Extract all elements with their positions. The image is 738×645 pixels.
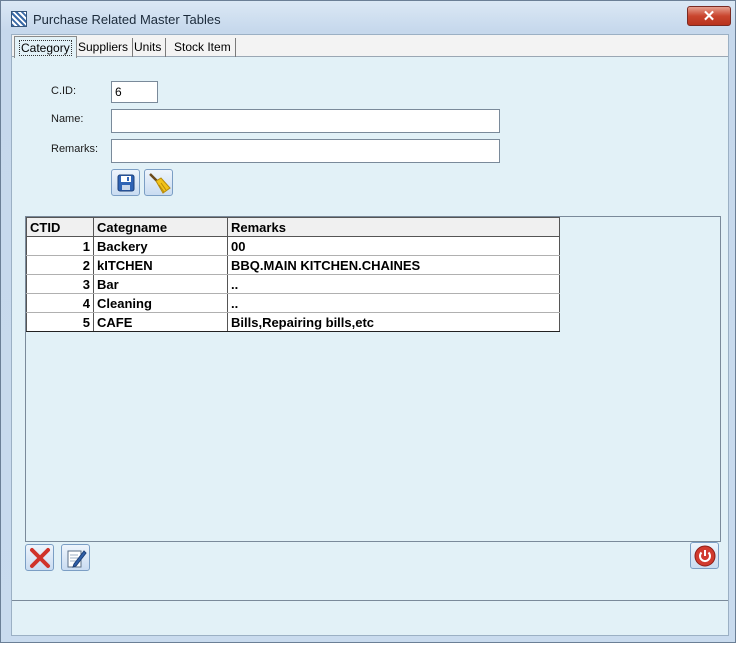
app-window: Purchase Related Master Tables ✕ Categor… (0, 0, 736, 643)
client-area: Category Suppliers Units Stock Item C.ID… (11, 34, 729, 636)
app-icon (11, 11, 27, 27)
table-row[interactable]: 3 Bar .. (26, 274, 560, 294)
remarks-field[interactable] (111, 139, 500, 163)
title-bar[interactable]: Purchase Related Master Tables ✕ (1, 1, 735, 35)
tab-suppliers[interactable]: Suppliers (74, 38, 134, 57)
col-header-categname[interactable]: Categname (93, 217, 228, 237)
floppy-disk-icon (117, 174, 134, 191)
red-x-delete-icon (29, 547, 50, 568)
cell-ctid[interactable]: 1 (26, 236, 94, 256)
name-label: Name: (51, 113, 84, 125)
broom-icon (148, 172, 171, 194)
cell-remarks[interactable]: .. (227, 274, 560, 294)
exit-button[interactable] (690, 542, 719, 569)
cell-remarks[interactable]: .. (227, 293, 560, 313)
name-field[interactable] (111, 109, 500, 133)
tab-category[interactable]: Category (14, 36, 77, 58)
window-title: Purchase Related Master Tables (33, 12, 221, 27)
table-row[interactable]: 1 Backery 00 (26, 236, 560, 256)
cell-ctid[interactable]: 2 (26, 255, 94, 275)
tab-category-label: Category (19, 40, 72, 56)
clear-button[interactable] (144, 169, 173, 196)
cell-categname[interactable]: CAFE (93, 312, 228, 332)
remarks-label: Remarks: (51, 143, 99, 155)
save-button[interactable] (111, 169, 140, 196)
cell-ctid[interactable]: 4 (26, 293, 94, 313)
pencil-edit-icon (67, 549, 87, 568)
table-row[interactable]: 4 Cleaning .. (26, 293, 560, 313)
table-row[interactable]: 2 kITCHEN BBQ.MAIN KITCHEN.CHAINES (26, 255, 560, 275)
cell-remarks[interactable]: BBQ.MAIN KITCHEN.CHAINES (227, 255, 560, 275)
tab-strip: Category Suppliers Units Stock Item (12, 35, 728, 58)
grid-header-row: CTID Categname Remarks (26, 217, 560, 237)
cell-categname[interactable]: Bar (93, 274, 228, 294)
status-bar (12, 600, 728, 635)
cell-ctid[interactable]: 3 (26, 274, 94, 294)
tab-units[interactable]: Units (130, 38, 167, 57)
cell-categname[interactable]: kITCHEN (93, 255, 228, 275)
cell-ctid[interactable]: 5 (26, 312, 94, 332)
cell-remarks[interactable]: 00 (227, 236, 560, 256)
power-exit-icon (694, 545, 715, 566)
col-header-ctid[interactable]: CTID (26, 217, 94, 237)
edit-button[interactable] (61, 544, 90, 571)
delete-button[interactable] (25, 544, 54, 571)
col-header-remarks[interactable]: Remarks (227, 217, 560, 237)
category-grid: CTID Categname Remarks 1 Backery 00 2 kI… (26, 217, 560, 332)
close-button[interactable]: ✕ (687, 6, 731, 26)
cid-field[interactable] (111, 81, 158, 103)
cell-remarks[interactable]: Bills,Repairing bills,etc (227, 312, 560, 332)
table-row[interactable]: 5 CAFE Bills,Repairing bills,etc (26, 312, 560, 332)
tab-stock-item[interactable]: Stock Item (170, 38, 236, 57)
cell-categname[interactable]: Cleaning (93, 293, 228, 313)
category-grid-panel: CTID Categname Remarks 1 Backery 00 2 kI… (25, 216, 721, 542)
cell-categname[interactable]: Backery (93, 236, 228, 256)
cid-label: C.ID: (51, 85, 77, 97)
